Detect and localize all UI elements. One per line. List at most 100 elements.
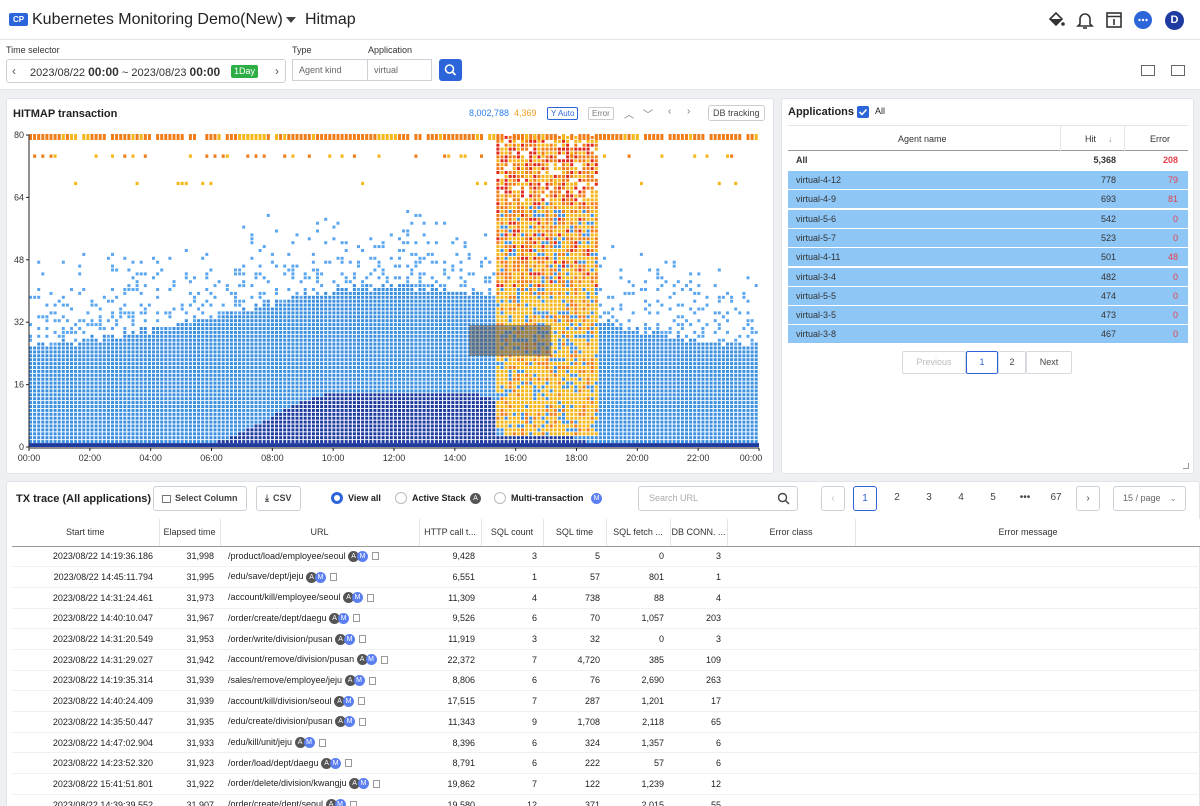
hitmap-cell: [451, 424, 455, 428]
hitmap-cell: [238, 385, 242, 389]
hitmap-cell: [98, 369, 102, 373]
info-window-icon[interactable]: [1104, 10, 1124, 30]
hitmap-cell: [188, 381, 192, 385]
hitmap-cell: [500, 134, 504, 140]
paint-bucket-icon[interactable]: [1046, 10, 1066, 30]
hitmap-cell: [57, 373, 61, 377]
db-tracking-button[interactable]: DB tracking: [708, 105, 765, 121]
chevron-left-icon[interactable]: ‹: [668, 106, 671, 117]
hitmap-cell: [94, 377, 98, 381]
hitmap-cell: [410, 358, 414, 362]
hitmap-cell: [410, 373, 414, 377]
hitmap-cell: [205, 338, 209, 342]
hitmap-cell: [365, 334, 369, 338]
hitmap-cell: [381, 268, 385, 272]
hitmap-cell: [205, 134, 209, 140]
type-select[interactable]: Agent kind: [292, 59, 368, 81]
hitmap-cell: [242, 405, 246, 408]
layout-rows-icon[interactable]: [1141, 65, 1155, 76]
hitmap-cell: [74, 377, 78, 381]
hitmap-chart[interactable]: 0163248648000:00 02:00 04:00 06:00 08:00 10:0…: [7, 123, 773, 473]
hitmap-cell: [74, 416, 78, 420]
bell-icon[interactable]: [1075, 10, 1095, 30]
hitmap-cell: [463, 154, 467, 158]
hitmap-cell: [508, 299, 512, 303]
hitmap-cell: [147, 428, 151, 432]
hitmap-cell: [295, 342, 299, 346]
hitmap-cell: [500, 436, 504, 440]
hitmap-cell: [295, 412, 299, 416]
hitmap-cell: [229, 420, 233, 424]
hitmap-cell: [406, 330, 410, 334]
hitmap-cell: [348, 366, 352, 369]
avatar[interactable]: D: [1165, 11, 1184, 30]
hitmap-cell: [357, 346, 360, 350]
hitmap-cell: [418, 315, 422, 319]
error-toggle[interactable]: Error: [588, 107, 614, 120]
hitmap-cell: [139, 354, 143, 358]
hitmap-cell: [389, 354, 393, 358]
chevron-up-icon[interactable]: ︿: [624, 106, 634, 121]
time-selector[interactable]: ‹ 2023/08/22 00:00 ~ 2023/08/23 00:00 1D…: [6, 59, 286, 83]
hitmap-cell: [217, 358, 221, 362]
hitmap-cell: [320, 377, 324, 381]
hitmap-cell: [229, 373, 233, 377]
hitmap-cell: [258, 134, 262, 140]
hitmap-cell: [123, 405, 127, 408]
hitmap-cell: [508, 245, 512, 249]
hitmap-cell: [439, 424, 442, 428]
hitmap-cell: [475, 405, 479, 408]
hitmap-cell: [234, 342, 237, 346]
hitmap-cell: [357, 264, 360, 268]
hitmap-cell: [49, 393, 53, 397]
chevron-right-icon[interactable]: ›: [275, 64, 279, 78]
project-name[interactable]: Kubernetes Monitoring Demo(New): [32, 11, 283, 29]
hitmap-cell: [279, 315, 283, 319]
hitmap-cell: [45, 362, 49, 366]
hitmap-cell: [168, 401, 172, 405]
hitmap-cell: [74, 393, 78, 397]
hitmap-cell: [262, 389, 266, 393]
hitmap-cell: [471, 397, 475, 401]
hitmap-cell: [410, 366, 414, 369]
hitmap-cell: [504, 155, 508, 159]
hitmap-cell: [98, 401, 102, 405]
hitmap-cell: [418, 432, 422, 436]
hitmap-cell: [459, 346, 463, 350]
hitmap-cell: [41, 416, 45, 420]
y-auto-toggle[interactable]: Y Auto: [547, 107, 579, 120]
search-button[interactable]: [439, 59, 462, 81]
hitmap-cell: [70, 412, 73, 416]
chevron-right-icon[interactable]: ›: [687, 106, 690, 117]
hitmap-cell: [521, 276, 524, 280]
hitmap-cell: [197, 373, 201, 377]
chat-icon[interactable]: [1133, 10, 1153, 30]
hitmap-cell: [225, 428, 229, 432]
hitmap-cell: [357, 338, 360, 342]
hitmap-cell: [152, 412, 155, 416]
hitmap-cell: [156, 373, 160, 377]
application-select[interactable]: virtual: [367, 59, 432, 81]
chevron-left-icon[interactable]: ‹: [12, 64, 16, 78]
day-badge[interactable]: 1Day: [231, 65, 259, 78]
hitmap-cell: [102, 420, 106, 424]
hitmap-cell: [98, 346, 102, 350]
chevron-down-icon[interactable]: ﹀: [643, 106, 653, 121]
hitmap-cell: [361, 381, 365, 385]
layout-columns-icon[interactable]: [1171, 65, 1185, 76]
chevron-down-icon[interactable]: [286, 17, 296, 23]
hitmap-cell: [209, 412, 213, 416]
hitmap-cell: [57, 334, 61, 338]
hitmap-cell: [139, 440, 143, 444]
hitmap-cell: [451, 334, 455, 338]
hitmap-cell: [41, 432, 45, 436]
hitmap-cell: [250, 440, 254, 444]
hitmap-cell: [57, 412, 61, 416]
hitmap-cell: [74, 385, 78, 389]
hitmap-cell: [348, 334, 352, 338]
time-range-text[interactable]: 2023/08/22 00:00 ~ 2023/08/23 00:00: [30, 65, 220, 79]
hitmap-cell: [37, 366, 41, 369]
hitmap-cell: [33, 134, 37, 140]
hitmap-cell: [410, 408, 414, 412]
hitmap-cell: [516, 134, 520, 140]
